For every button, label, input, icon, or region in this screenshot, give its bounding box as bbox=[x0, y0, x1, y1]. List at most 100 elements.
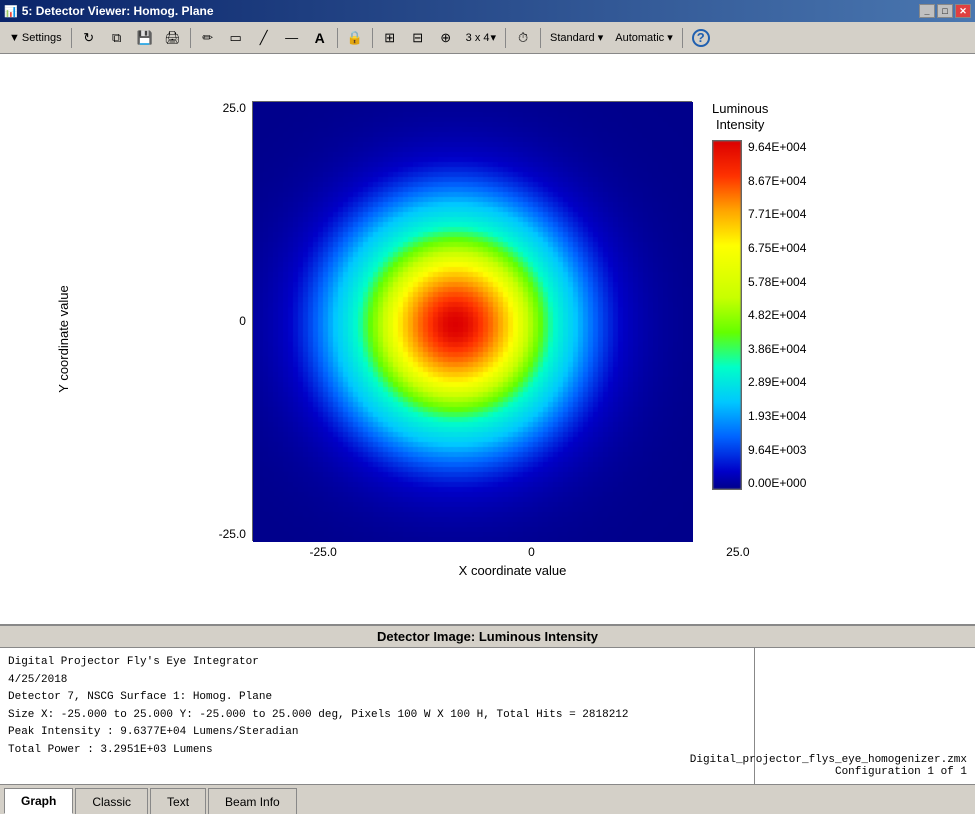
toolbar-separator-4 bbox=[372, 28, 373, 48]
legend-val-5: 4.82E+004 bbox=[748, 308, 806, 322]
grid-size-dropdown[interactable]: 3 x 4 ▾ bbox=[461, 26, 501, 50]
tab-graph[interactable]: Graph bbox=[4, 788, 73, 814]
text-button[interactable]: A bbox=[307, 26, 333, 50]
plot-with-axes: 25.0 0 -25.0 Luminous Intensity bbox=[219, 101, 807, 578]
hline-button[interactable]: — bbox=[279, 26, 305, 50]
bottom-panel: Detector Image: Luminous Intensity Digit… bbox=[0, 624, 975, 814]
layers-button[interactable]: ⊕ bbox=[433, 26, 459, 50]
info-line4: Size X: -25.000 to 25.000 Y: -25.000 to … bbox=[8, 707, 746, 725]
copy-icon: ⧉ bbox=[109, 30, 125, 46]
minimize-button[interactable]: _ bbox=[919, 4, 935, 18]
grid-dropdown-arrow: ▾ bbox=[491, 31, 497, 44]
graph-area: Y coordinate value 25.0 0 -25.0 Luminous bbox=[0, 54, 975, 624]
legend-bar-canvas bbox=[712, 140, 742, 490]
tab-classic[interactable]: Classic bbox=[75, 788, 148, 814]
info-line5: Peak Intensity : 9.6377E+04 Lumens/Stera… bbox=[8, 724, 746, 742]
line-button[interactable]: ╱ bbox=[251, 26, 277, 50]
legend-labels: 9.64E+004 8.67E+004 7.71E+004 6.75E+004 … bbox=[748, 140, 806, 490]
clock-button[interactable]: ⏱ bbox=[510, 26, 536, 50]
toolbar: ▼ Settings ↻ ⧉ 💾 🖨 ✏ ▭ ╱ — A 🔒 ⊞ ⊟ ⊕ 3 x bbox=[0, 22, 975, 54]
legend-val-10: 0.00E+000 bbox=[748, 476, 806, 490]
legend-val-3: 6.75E+004 bbox=[748, 241, 806, 255]
bottom-info: Digital Projector Fly's Eye Integrator 4… bbox=[0, 648, 755, 784]
line-icon: ╱ bbox=[256, 30, 272, 46]
title-bar-left: 📊 5: Detector Viewer: Homog. Plane bbox=[4, 4, 214, 18]
x-tick-labels: -25.0 0 25.0 bbox=[310, 545, 750, 559]
y-tick-top: 25.0 bbox=[223, 101, 246, 115]
title-bar-controls: _ □ ✕ bbox=[919, 4, 971, 18]
layout-icon: ⊟ bbox=[410, 30, 426, 46]
y-axis-label: Y coordinate value bbox=[56, 285, 71, 392]
main-content: Y coordinate value 25.0 0 -25.0 Luminous bbox=[0, 54, 975, 814]
maximize-button[interactable]: □ bbox=[937, 4, 953, 18]
rect-icon: ▭ bbox=[228, 30, 244, 46]
info-line2: 4/25/2018 bbox=[8, 672, 746, 690]
print-icon: 🖨 bbox=[165, 30, 181, 46]
standard-dropdown[interactable]: Standard ▾ bbox=[545, 26, 608, 50]
refresh-button[interactable]: ↻ bbox=[76, 26, 102, 50]
grid-button[interactable]: ⊞ bbox=[377, 26, 403, 50]
clock-icon: ⏱ bbox=[515, 30, 531, 46]
save-icon: 💾 bbox=[137, 30, 153, 46]
legend-val-6: 3.86E+004 bbox=[748, 342, 806, 356]
heatmap-canvas bbox=[253, 102, 693, 542]
info-line1: Digital Projector Fly's Eye Integrator bbox=[8, 654, 746, 672]
grid-icon: ⊞ bbox=[382, 30, 398, 46]
toolbar-separator-1 bbox=[71, 28, 72, 48]
heatmap-wrapper bbox=[252, 101, 692, 541]
legend-title: Luminous Intensity bbox=[712, 101, 768, 135]
x-axis-label-container: X coordinate value bbox=[459, 563, 567, 578]
title-bar: 📊 5: Detector Viewer: Homog. Plane _ □ ✕ bbox=[0, 0, 975, 22]
color-legend: Luminous Intensity 9.64E+004 8.67E+004 7… bbox=[712, 101, 806, 491]
file-line1: Digital_projector_flys_eye_homogenizer.z… bbox=[690, 754, 967, 766]
print-button[interactable]: 🖨 bbox=[160, 26, 186, 50]
info-line3: Detector 7, NSCG Surface 1: Homog. Plane bbox=[8, 689, 746, 707]
close-button[interactable]: ✕ bbox=[955, 4, 971, 18]
lock-icon: 🔒 bbox=[347, 30, 363, 46]
tab-beaminfo[interactable]: Beam Info bbox=[208, 788, 297, 814]
legend-val-8: 1.93E+004 bbox=[748, 409, 806, 423]
info-line6: Total Power : 3.2951E+03 Lumens bbox=[8, 742, 746, 760]
hline-icon: — bbox=[284, 30, 300, 46]
pencil-button[interactable]: ✏ bbox=[195, 26, 221, 50]
y-tick-mid: 0 bbox=[239, 314, 246, 328]
file-info: Digital_projector_flys_eye_homogenizer.z… bbox=[690, 754, 967, 778]
bottom-file: Digital_projector_flys_eye_homogenizer.z… bbox=[755, 648, 975, 784]
x-tick-left: -25.0 bbox=[310, 545, 337, 559]
file-line2: Configuration 1 of 1 bbox=[690, 766, 967, 778]
toolbar-separator-3 bbox=[337, 28, 338, 48]
help-button[interactable]: ? bbox=[687, 26, 715, 50]
automatic-dropdown[interactable]: Automatic ▾ bbox=[610, 26, 678, 50]
tab-text[interactable]: Text bbox=[150, 788, 206, 814]
legend-val-0: 9.64E+004 bbox=[748, 140, 806, 154]
legend-val-2: 7.71E+004 bbox=[748, 207, 806, 221]
layers-icon: ⊕ bbox=[438, 30, 454, 46]
copy-button[interactable]: ⧉ bbox=[104, 26, 130, 50]
rect-button[interactable]: ▭ bbox=[223, 26, 249, 50]
toolbar-separator-5 bbox=[505, 28, 506, 48]
settings-button[interactable]: ▼ Settings bbox=[4, 26, 67, 50]
bottom-body: Digital Projector Fly's Eye Integrator 4… bbox=[0, 648, 975, 784]
save-button[interactable]: 💾 bbox=[132, 26, 158, 50]
app-icon: 📊 bbox=[4, 5, 18, 18]
legend-bar-container: 9.64E+004 8.67E+004 7.71E+004 6.75E+004 … bbox=[712, 140, 806, 490]
plot-row: 25.0 0 -25.0 Luminous Intensity bbox=[219, 101, 807, 541]
lock-button[interactable]: 🔒 bbox=[342, 26, 368, 50]
legend-val-9: 9.64E+003 bbox=[748, 443, 806, 457]
settings-icon: ▼ bbox=[9, 32, 20, 44]
text-icon: A bbox=[312, 30, 328, 46]
legend-val-1: 8.67E+004 bbox=[748, 174, 806, 188]
toolbar-separator-2 bbox=[190, 28, 191, 48]
x-tick-right: 25.0 bbox=[726, 545, 749, 559]
y-tick-bot: -25.0 bbox=[219, 527, 246, 541]
legend-val-7: 2.89E+004 bbox=[748, 375, 806, 389]
refresh-icon: ↻ bbox=[81, 30, 97, 46]
window-title: 5: Detector Viewer: Homog. Plane bbox=[22, 4, 214, 18]
layout-button[interactable]: ⊟ bbox=[405, 26, 431, 50]
x-axis-label: X coordinate value bbox=[459, 563, 567, 578]
toolbar-separator-7 bbox=[682, 28, 683, 48]
help-icon: ? bbox=[692, 29, 710, 47]
bottom-header: Detector Image: Luminous Intensity bbox=[0, 626, 975, 648]
legend-val-4: 5.78E+004 bbox=[748, 275, 806, 289]
tab-bar: Graph Classic Text Beam Info bbox=[0, 784, 975, 814]
